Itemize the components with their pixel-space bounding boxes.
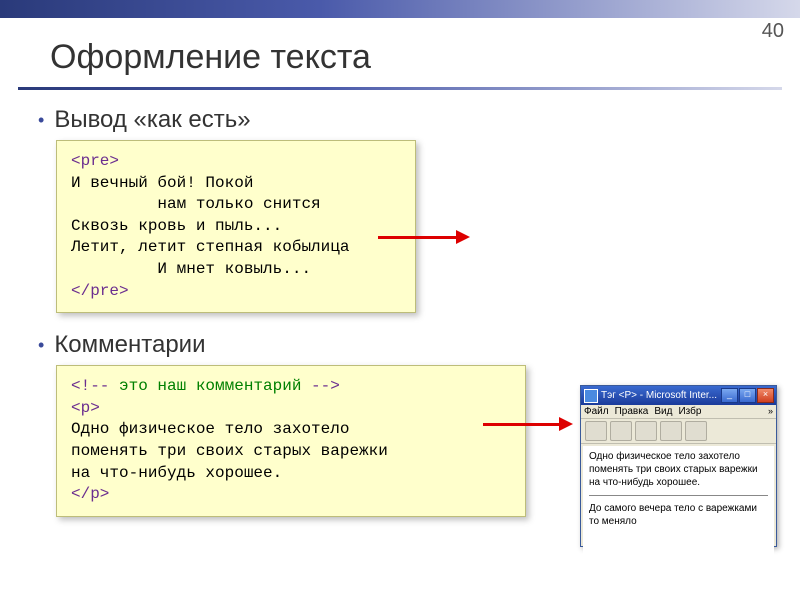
comment-body-1: Одно физическое тело захотело [71, 419, 511, 441]
p-open-tag: <p> [71, 399, 100, 417]
bullet-output-asis: • Вывод «как есть» [38, 106, 760, 134]
pre-line-1: И вечный бой! Покой [71, 173, 401, 195]
arrow-icon [483, 423, 561, 426]
page-number: 40 [762, 20, 784, 43]
arrow-icon [378, 236, 458, 239]
toolbar-back-button[interactable] [585, 421, 607, 441]
comment-body-2: поменять три своих старых варежки [71, 441, 511, 463]
maximize-button[interactable]: □ [739, 388, 756, 403]
browser-titlebar: Тэг <P> - Microsoft Inter... _ □ × [581, 386, 776, 405]
pre-line-3: Сквозь кровь и пыль... [71, 216, 401, 238]
browser-title-text: Тэг <P> - Microsoft Inter... [601, 390, 721, 401]
bullet-dot-icon: • [38, 106, 44, 134]
rendered-paragraph-1: Одно физическое тело захотело поменять т… [589, 450, 768, 489]
slide-title: Оформление текста [50, 38, 800, 77]
comment-code-box: <!-- это наш комментарий --> <p> Одно фи… [56, 365, 526, 517]
comment-close-delim: --> [311, 377, 340, 395]
pre-open-tag: <pre> [71, 152, 119, 170]
menu-edit[interactable]: Правка [615, 406, 649, 417]
toolbar-home-button[interactable] [685, 421, 707, 441]
top-decor-band [0, 0, 800, 18]
menu-favorites[interactable]: Избр [678, 406, 701, 417]
toolbar-forward-button[interactable] [610, 421, 632, 441]
pre-close-tag: </pre> [71, 282, 129, 300]
pre-line-5: И мнет ковыль... [71, 259, 401, 281]
menu-view[interactable]: Вид [654, 406, 672, 417]
toolbar-refresh-button[interactable] [660, 421, 682, 441]
divider [589, 495, 768, 496]
bullet-dot-icon: • [38, 331, 44, 359]
menu-overflow-icon[interactable]: » [768, 406, 773, 417]
ie-icon [584, 389, 598, 403]
pre-line-4: Летит, летит степная кобылица [71, 237, 401, 259]
rendered-paragraph-2: До самого вечера тело с варежками то мен… [589, 502, 768, 528]
browser-content: Одно физическое тело захотело поменять т… [583, 446, 774, 558]
minimize-button[interactable]: _ [721, 388, 738, 403]
browser-toolbar [581, 419, 776, 444]
p-close-tag: </p> [71, 485, 109, 503]
close-button[interactable]: × [757, 388, 774, 403]
toolbar-stop-button[interactable] [635, 421, 657, 441]
comment-text: это наш комментарий [109, 377, 311, 395]
browser-menubar: Файл Правка Вид Избр » [581, 405, 776, 419]
bullet-text-2: Комментарии [54, 331, 205, 359]
menu-file[interactable]: Файл [584, 406, 609, 417]
browser-window: Тэг <P> - Microsoft Inter... _ □ × Файл … [580, 385, 777, 547]
comment-open-delim: <!-- [71, 377, 109, 395]
bullet-text-1: Вывод «как есть» [54, 106, 250, 134]
pre-line-2: нам только снится [71, 194, 401, 216]
pre-code-box: <pre> И вечный бой! Покой нам только сни… [56, 140, 416, 313]
comment-body-3: на что-нибудь хорошее. [71, 463, 511, 485]
bullet-comments: • Комментарии [38, 331, 760, 359]
